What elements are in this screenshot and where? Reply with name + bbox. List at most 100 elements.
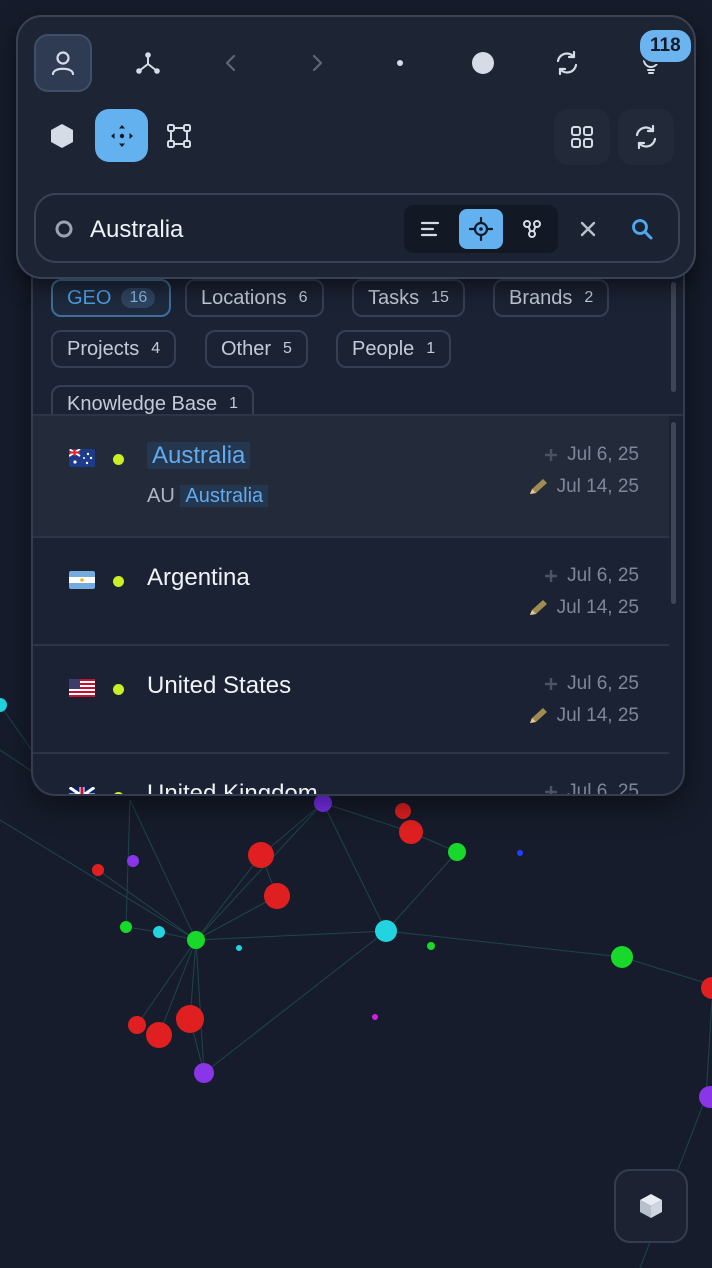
hexagon-button[interactable] xyxy=(35,109,89,163)
edited-date-text: Jul 14, 25 xyxy=(556,705,639,726)
filter-chip-projects[interactable]: Projects 4 xyxy=(51,330,177,368)
move-button[interactable] xyxy=(95,109,148,162)
hexagon-icon xyxy=(51,124,73,148)
graph-nodes-icon xyxy=(136,52,160,74)
refresh-button[interactable] xyxy=(538,34,596,92)
filter-chip-knowledge-base[interactable]: Knowledge Base 1 xyxy=(51,385,255,414)
user-icon xyxy=(51,51,75,76)
close-icon xyxy=(580,221,596,237)
status-dot xyxy=(113,684,124,695)
chip-label: Other xyxy=(221,337,272,360)
country-code: AU xyxy=(147,485,175,507)
flag-gb-icon xyxy=(69,787,95,794)
graph-node xyxy=(248,842,274,868)
search-mode-toggle xyxy=(404,205,558,253)
result-row-australia[interactable]: Australia AU Australia Jul 6, 25 Jul 14,… xyxy=(33,416,669,538)
result-row-united-states[interactable]: United States Jul 6, 25 Jul 14, 25 xyxy=(33,646,669,754)
filter-chip-people[interactable]: People 1 xyxy=(336,330,452,368)
created-date-text: Jul 6, 25 xyxy=(567,565,639,586)
filter-chip-tasks[interactable]: Tasks 15 xyxy=(352,279,465,317)
user-button[interactable] xyxy=(34,34,92,92)
chip-count: 6 xyxy=(298,289,308,306)
network-mode-button[interactable] xyxy=(510,209,554,249)
filter-chip-other[interactable]: Other 5 xyxy=(205,330,308,368)
created-date: Jul 6, 25 xyxy=(543,565,639,587)
graph-node xyxy=(236,945,242,951)
created-date-text: Jul 6, 25 xyxy=(567,673,639,694)
search-bar xyxy=(34,193,680,263)
chip-count: 5 xyxy=(283,340,292,357)
chip-label: Locations xyxy=(201,286,287,309)
result-row-argentina[interactable]: Argentina Jul 6, 25 Jul 14, 25 xyxy=(33,538,669,646)
large-node-button[interactable] xyxy=(454,34,512,92)
graph-node xyxy=(699,1086,712,1108)
search-input[interactable] xyxy=(88,213,392,247)
back-button[interactable] xyxy=(202,34,260,92)
graph-node xyxy=(372,1014,378,1020)
chip-label: Tasks xyxy=(368,286,420,309)
chip-count: 1 xyxy=(426,340,436,357)
edited-date: Jul 14, 25 xyxy=(527,476,639,498)
result-row-united-kingdom[interactable]: United Kingdom Jul 6, 25 xyxy=(33,754,669,796)
created-date-text: Jul 6, 25 xyxy=(567,444,639,465)
flag-ar-icon xyxy=(69,571,95,589)
small-node-button[interactable] xyxy=(371,34,429,92)
filter-chip-geo[interactable]: GEO 16 xyxy=(51,279,172,317)
frame-button[interactable] xyxy=(152,109,206,163)
cube-icon xyxy=(640,1194,662,1218)
graph-button[interactable] xyxy=(119,34,177,92)
plus-icon xyxy=(545,786,558,794)
status-dot xyxy=(113,576,124,587)
chip-label: GEO xyxy=(67,286,112,309)
list-icon xyxy=(420,221,440,237)
filter-chip-locations[interactable]: Locations 6 xyxy=(185,279,324,317)
locate-mode-button[interactable] xyxy=(459,209,503,249)
pencil-icon xyxy=(529,600,547,615)
results-panel: GEO 16 Locations 6 Tasks 15 Brands 2 Project… xyxy=(31,250,685,796)
toolbar-panel: 118 xyxy=(16,15,696,279)
chip-label: Projects xyxy=(67,337,140,360)
chip-count: 16 xyxy=(121,288,156,308)
graph-node xyxy=(701,977,712,999)
sync-button[interactable] xyxy=(618,109,674,165)
graph-node xyxy=(314,794,332,812)
highlighted-match: Australia xyxy=(180,485,269,507)
status-dot xyxy=(113,454,124,465)
result-name: Argentina xyxy=(147,564,250,591)
filter-chip-brands[interactable]: Brands 2 xyxy=(493,279,610,317)
status-dot xyxy=(113,792,124,794)
graph-node xyxy=(153,926,165,938)
results-scrollbar[interactable] xyxy=(671,422,676,604)
plus-icon xyxy=(545,449,558,461)
graph-node xyxy=(92,864,104,876)
highlighted-match: Australia xyxy=(147,442,251,469)
created-date-text: Jul 6, 25 xyxy=(567,781,639,796)
search-button[interactable] xyxy=(626,213,658,245)
chevron-right-icon xyxy=(312,54,323,72)
graph-node xyxy=(375,920,397,942)
chip-label: People xyxy=(352,337,415,360)
graph-node xyxy=(427,942,435,950)
crosshair-icon xyxy=(469,217,493,241)
chip-count: 15 xyxy=(431,289,449,306)
3d-view-button[interactable] xyxy=(614,1169,688,1243)
forward-button[interactable] xyxy=(288,34,346,92)
list-mode-button[interactable] xyxy=(408,209,452,249)
created-date: Jul 6, 25 xyxy=(543,673,639,695)
chips-scrollbar[interactable] xyxy=(671,282,676,392)
pencil-icon xyxy=(529,479,547,494)
created-date: Jul 6, 25 xyxy=(543,444,639,466)
edited-date-text: Jul 14, 25 xyxy=(556,476,639,497)
search-icon xyxy=(632,219,653,240)
chip-label: Brands xyxy=(509,286,573,309)
flag-au-icon xyxy=(69,449,95,467)
graph-node xyxy=(395,803,411,819)
chip-count: 2 xyxy=(584,289,594,306)
grid-icon xyxy=(571,126,593,148)
sync-icon xyxy=(635,124,657,150)
edited-date: Jul 14, 25 xyxy=(527,597,639,619)
clear-search-button[interactable] xyxy=(574,215,602,243)
graph-node xyxy=(194,1063,214,1083)
grid-button[interactable] xyxy=(554,109,610,165)
graph-node xyxy=(146,1022,172,1048)
